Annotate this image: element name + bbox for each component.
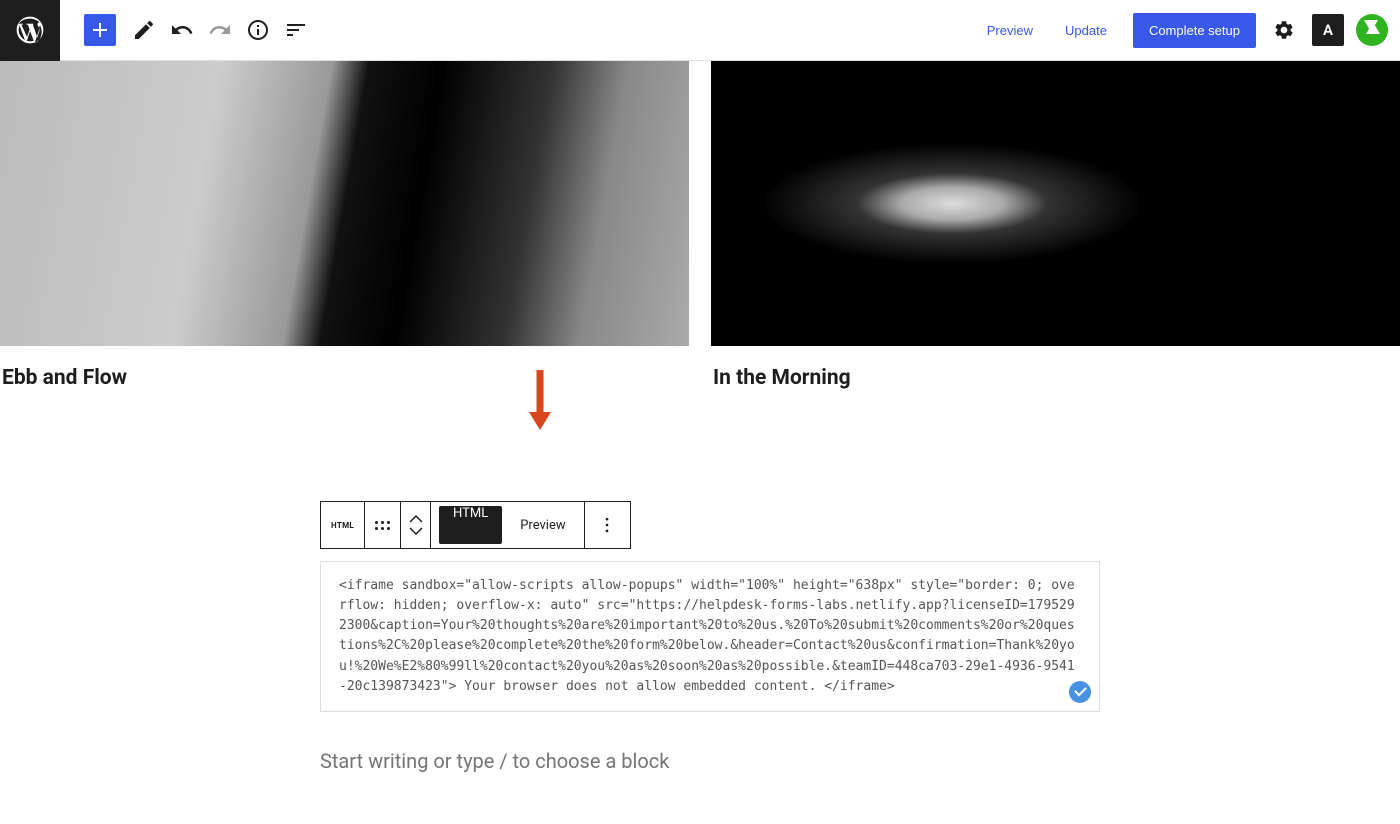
drag-icon <box>375 521 390 530</box>
gallery-image-left <box>0 61 689 346</box>
gallery-item-right[interactable]: In the Morning <box>711 61 1400 390</box>
block-inserter-button[interactable] <box>84 14 116 46</box>
gallery-item-left[interactable]: Ebb and Flow <box>0 61 689 390</box>
complete-setup-button[interactable]: Complete setup <box>1133 13 1256 48</box>
update-link[interactable]: Update <box>1053 23 1119 38</box>
pencil-icon <box>132 18 156 42</box>
toolbar-left <box>0 0 314 60</box>
tools-button[interactable] <box>126 12 162 48</box>
gear-icon <box>1273 19 1295 41</box>
chevron-down-icon <box>408 526 424 536</box>
editor-toolbar: Preview Update Complete setup A <box>0 0 1400 61</box>
empty-block-placeholder[interactable]: Start writing or type / to choose a bloc… <box>320 749 669 773</box>
list-view-icon <box>284 18 308 42</box>
wordpress-logo-button[interactable] <box>0 0 60 61</box>
block-drag-handle[interactable] <box>365 502 401 548</box>
toolbar-right: Preview Update Complete setup A <box>975 0 1400 60</box>
wordpress-icon <box>14 14 46 46</box>
settings-button[interactable] <box>1268 14 1300 46</box>
block-toolbar: HTML HTML Preview <box>320 501 631 549</box>
redo-icon <box>208 18 232 42</box>
html-code-text: <iframe sandbox="allow-scripts allow-pop… <box>339 578 1075 694</box>
gallery-caption-right[interactable]: In the Morning <box>711 366 1400 390</box>
undo-icon <box>170 18 194 42</box>
gallery-caption-left[interactable]: Ebb and Flow <box>0 366 689 390</box>
info-icon <box>246 18 270 42</box>
preview-tab[interactable]: Preview <box>506 518 579 533</box>
contrast-button[interactable]: A <box>1312 14 1344 46</box>
plus-icon <box>88 18 112 42</box>
grammarly-badge[interactable] <box>1069 681 1091 703</box>
list-view-button[interactable] <box>278 12 314 48</box>
document-overview-button[interactable] <box>240 12 276 48</box>
html-code-input[interactable]: <iframe sandbox="allow-scripts allow-pop… <box>320 561 1100 712</box>
more-vertical-icon <box>597 515 617 535</box>
redo-button[interactable] <box>202 12 238 48</box>
gallery-image-right <box>711 61 1400 346</box>
block-more-button[interactable] <box>584 502 630 548</box>
chevron-up-icon <box>408 514 424 524</box>
gallery-block: Ebb and Flow In the Morning <box>0 61 1400 390</box>
jetpack-button[interactable] <box>1356 14 1388 46</box>
block-type-button[interactable]: HTML <box>321 502 365 548</box>
html-tab[interactable]: HTML <box>439 506 502 544</box>
editor-content: Ebb and Flow In the Morning HTML HTML Pr… <box>0 61 1400 390</box>
preview-link[interactable]: Preview <box>975 23 1045 38</box>
block-view-tabs: HTML Preview <box>431 502 584 548</box>
undo-button[interactable] <box>164 12 200 48</box>
block-move-buttons[interactable] <box>401 502 431 548</box>
